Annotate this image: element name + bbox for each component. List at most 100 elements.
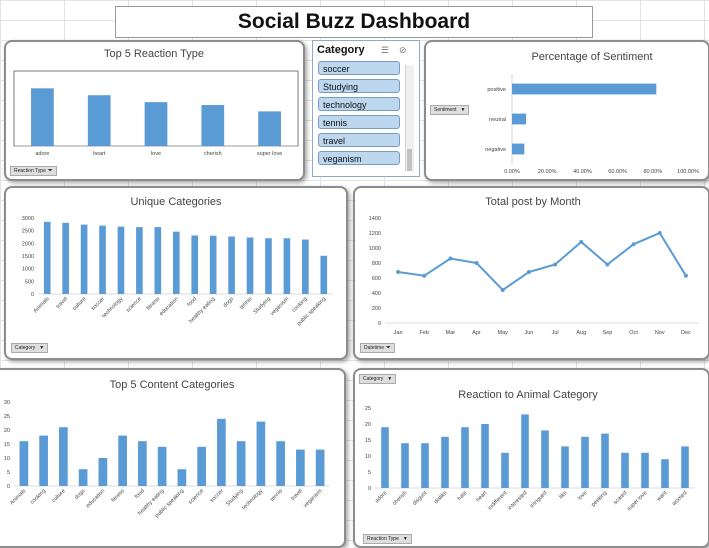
bar-dogs — [78, 469, 88, 486]
reaction-type-filter-button[interactable]: Reaction Type ⏷ — [10, 166, 57, 176]
y-tick-label: 15 — [365, 438, 371, 444]
top5-reaction-chart[interactable]: Top 5 Reaction Type adore heart love cherish… — [4, 40, 305, 181]
slicer-item-soccer[interactable]: soccer — [318, 61, 400, 75]
slicer-scroll-thumb[interactable] — [407, 149, 412, 171]
top5-reaction-plot: Top 5 Reaction Type adore heart love cherish… — [13, 48, 299, 157]
bar-soccer — [217, 418, 226, 486]
bar-want — [661, 459, 669, 488]
slicer-item-technology[interactable]: technology — [318, 97, 400, 111]
slicer-item-veganism[interactable]: veganism — [318, 151, 400, 165]
x-tick-label: 100.00% — [677, 169, 699, 175]
bar-heart — [481, 424, 489, 488]
chart-title: Top 5 Content Categories — [110, 379, 235, 391]
point-mar — [448, 256, 453, 261]
y-tick-label: 5 — [7, 470, 10, 476]
unique-categories-chart[interactable]: Unique Categories 0 500 1000 1500 2000 2500 300… — [4, 186, 348, 360]
clear-filter-icon[interactable]: ⊘ — [399, 45, 407, 56]
bar-neutral — [512, 113, 527, 125]
point-nov — [657, 231, 662, 235]
bar-adore — [381, 427, 389, 488]
x-tick-label: heart — [475, 490, 488, 503]
x-tick-label: like — [558, 490, 568, 500]
y-tick-label: 20 — [365, 422, 371, 428]
point-apr — [474, 261, 479, 265]
x-tick-label: fitness — [146, 296, 162, 312]
bar-super-love — [641, 452, 649, 488]
chart-title: Total post by Month — [485, 196, 580, 208]
total-post-plot: Total post by Month 0 200 400 600 800 1000 1200… — [369, 196, 699, 336]
x-tick-label: cooking — [291, 296, 309, 314]
x-tick-label: Animals — [9, 488, 27, 506]
y-tick-label: 0 — [368, 486, 371, 492]
animal-reaction-chart[interactable]: Reaction to Animal Category 0 5 10 15 20 25 ado… — [353, 368, 709, 548]
filter-icon: ⏷ — [386, 345, 391, 351]
x-tick-label: indifferent — [487, 490, 509, 512]
x-tick-label: dislike — [433, 490, 448, 505]
bar-like — [561, 446, 569, 488]
x-tick-label: science — [125, 296, 142, 313]
y-tick-label: 0 — [378, 321, 381, 327]
x-tick-label: 60.00% — [608, 169, 627, 175]
y-tick-label: 600 — [372, 276, 381, 282]
bar-cooking — [302, 239, 309, 294]
bar-culture — [80, 224, 88, 294]
point-oct — [631, 242, 636, 247]
x-tick-label: technology — [241, 488, 264, 511]
bar-fitness — [118, 435, 127, 486]
sentiment-filter-button[interactable]: Sentiment ▼ — [430, 105, 470, 115]
reaction-type-bottom-filter-button[interactable]: Reaction Type ▼ — [363, 534, 412, 544]
multi-select-icon[interactable]: ☰ — [381, 45, 389, 56]
y-tick-label: 1400 — [369, 216, 381, 222]
x-tick-label: food — [134, 488, 146, 500]
y-tick-label: 30 — [4, 400, 10, 406]
dropdown-arrow-icon: ▼ — [39, 345, 45, 351]
bar-cherish — [201, 105, 225, 146]
slicer-item-tennis[interactable]: tennis — [318, 115, 400, 129]
bar-studying — [265, 238, 272, 294]
bar-worried — [681, 446, 689, 488]
bar-food — [138, 441, 147, 486]
category-top-filter-button[interactable]: Category ▼ — [359, 374, 397, 384]
y-tick-label: 0 — [7, 484, 10, 490]
dropdown-arrow-icon: ▼ — [387, 376, 393, 382]
x-tick-label: hate — [457, 490, 469, 502]
chart-title: Unique Categories — [130, 196, 222, 208]
bar-culture — [59, 427, 68, 486]
bar-dislike — [441, 436, 449, 488]
x-tick-label: intrigued — [529, 490, 548, 509]
sentiment-chart[interactable]: Percentage of Sentiment positive neutral ne… — [424, 40, 709, 181]
y-tick-label: 5 — [368, 470, 371, 476]
slicer-scrollbar[interactable] — [405, 65, 414, 171]
y-tick-label: 20 — [4, 428, 10, 434]
x-tick-label: 40.00% — [573, 169, 592, 175]
x-tick-label: soccer — [90, 296, 106, 312]
x-tick-label: disgust — [412, 490, 429, 507]
y-tick-label: 10 — [4, 456, 10, 462]
x-tick-label: Aug — [576, 330, 586, 336]
x-tick-label: dogs — [222, 296, 235, 309]
bar-intrigued — [541, 430, 549, 488]
point-jul — [553, 262, 558, 267]
x-tick-label: soccer — [209, 488, 225, 504]
slicer-item-studying[interactable]: Studying — [318, 79, 400, 93]
bar-public-speaking — [177, 469, 187, 486]
point-aug — [579, 240, 584, 244]
slicer-item-travel[interactable]: travel — [318, 133, 400, 147]
y-tick-label: 15 — [4, 442, 10, 448]
category-slicer[interactable]: Category ☰ ⊘ soccer Studying technology … — [312, 40, 420, 177]
x-tick-label: worried — [671, 490, 689, 508]
y-tick-label: 400 — [372, 291, 381, 297]
category-filter-button[interactable]: Category ▼ — [11, 343, 49, 353]
datetime-filter-button[interactable]: Datetime ⏷ — [360, 343, 395, 353]
bar-education — [172, 231, 180, 294]
total-post-chart[interactable]: Total post by Month 0 200 400 600 800 1000 1200… — [353, 186, 709, 360]
bar-public-speaking — [320, 255, 328, 294]
x-tick-label: want — [655, 490, 668, 503]
x-tick-label: tennis — [269, 488, 284, 503]
y-tick-label: 800 — [372, 261, 381, 267]
dashboard-title-text: Social Buzz Dashboard — [237, 10, 471, 33]
top5-content-chart[interactable]: Top 5 Content Categories 0 5 10 15 20 25 30 Anim… — [0, 368, 346, 548]
x-tick-label: Jun — [524, 330, 533, 336]
y-tick-label: 1000 — [369, 246, 381, 252]
bar-cooking — [39, 435, 48, 486]
